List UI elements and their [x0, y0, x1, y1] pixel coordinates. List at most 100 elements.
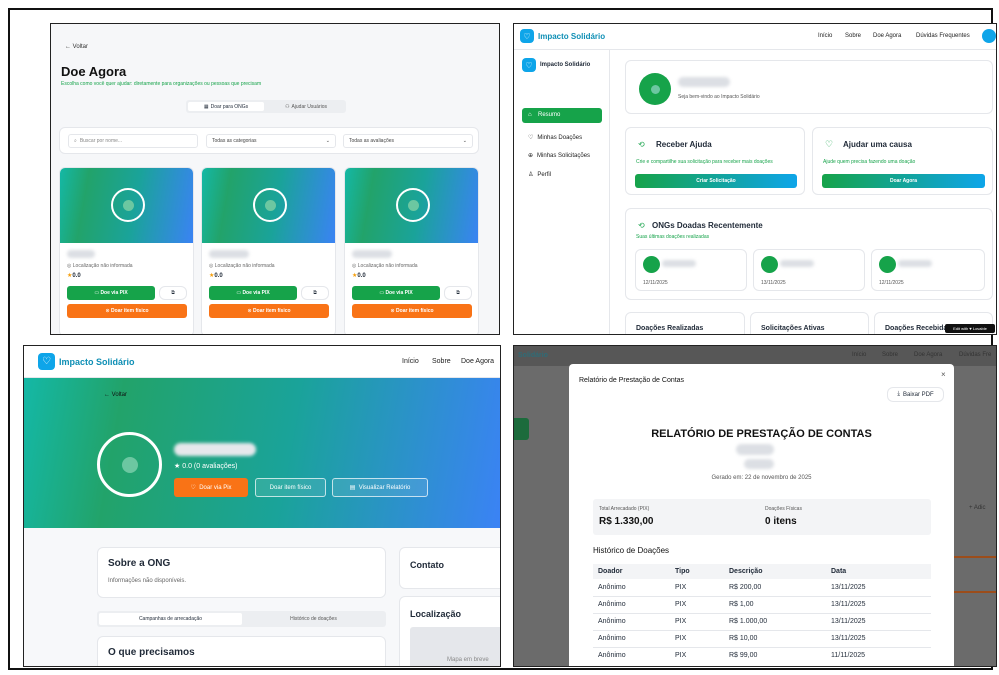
background-stripe: [954, 591, 996, 593]
download-pdf-button[interactable]: ⤓ Baixar PDF: [887, 387, 944, 402]
lovable-badge[interactable]: Edit with ♥ Lovable: [945, 324, 995, 333]
nav-doe-agora[interactable]: Doe Agora: [461, 358, 494, 365]
create-request-button[interactable]: Criar Solicitação: [635, 174, 797, 188]
ngo-name-redacted: [780, 260, 814, 267]
stat-active-requests: Solicitações Ativas: [750, 312, 869, 334]
nav-sobre[interactable]: Sobre: [845, 33, 861, 39]
ngo-card-banner: [60, 168, 193, 243]
nav-duvidas[interactable]: Dúvidas Frequentes: [916, 33, 970, 39]
ngo-name-redacted: [174, 443, 256, 456]
recent-ngo-item[interactable]: 12/11/2025: [871, 249, 985, 291]
modal-title: Relatório de Prestação de Contas: [579, 377, 685, 384]
avatar: [253, 188, 287, 222]
brand-name[interactable]: Impacto Solidário: [538, 32, 605, 41]
share-icon: ⟲: [638, 140, 645, 149]
ngo-location: ◎ Localização não informada: [209, 263, 275, 269]
tab-campaigns[interactable]: Campanhas de arrecadação: [99, 613, 242, 625]
external-link-button[interactable]: ⧉: [444, 286, 472, 300]
page-title: Doe Agora: [61, 64, 127, 79]
recent-ngo-item[interactable]: 12/11/2025: [635, 249, 747, 291]
ngo-name-redacted: [209, 250, 249, 258]
recent-date: 12/11/2025: [643, 280, 668, 286]
donate-item-button[interactable]: ⊙ Doar item físico: [352, 304, 472, 318]
tab-ngos[interactable]: ▦ Doar para ONGs: [188, 102, 264, 111]
external-link-button[interactable]: ⧉: [159, 286, 187, 300]
document-icon: ▤: [349, 485, 356, 491]
heart-logo-icon: ♡: [38, 353, 55, 370]
external-link-icon: ⧉: [456, 290, 460, 296]
ngo-name-redacted: [662, 260, 696, 267]
chevron-down-icon: ⌄: [462, 138, 467, 144]
ngo-rating: ★0.0: [67, 273, 81, 279]
category-select[interactable]: Todas as categorias ⌄: [206, 134, 336, 148]
history-icon: ⟲: [638, 221, 645, 230]
card-icon: ▭: [94, 290, 100, 296]
receive-title: Receber Ajuda: [656, 140, 712, 149]
tab-history[interactable]: Histórico de doações: [243, 613, 384, 625]
nav-doe-agora[interactable]: Doe Agora: [873, 33, 901, 39]
box-icon: ⊙: [390, 308, 395, 314]
nav-sobre[interactable]: Sobre: [432, 358, 451, 365]
avatar: [643, 256, 660, 273]
back-link[interactable]: ← Voltar: [104, 392, 127, 398]
location-card: Localização Mapa em breve: [399, 596, 500, 666]
avatar: [97, 432, 162, 497]
top-navbar: ♡ Impacto Solidário Início Sobre Doe Ago…: [514, 24, 996, 50]
building-icon: ▦: [203, 103, 209, 110]
table-row: Anônimo PIX R$ 1.000,00 13/11/2025: [593, 613, 931, 630]
donation-tabs: ▦ Doar para ONGs ⚇ Ajudar Usuários: [186, 100, 346, 113]
donate-item-button[interactable]: ⊙ Doar item físico: [67, 304, 187, 318]
brand-name[interactable]: Impacto Solidário: [59, 357, 135, 367]
nav-inicio[interactable]: Início: [402, 358, 419, 365]
back-link[interactable]: ← Voltar: [65, 44, 88, 50]
tab-users[interactable]: ⚇ Ajudar Usuários: [268, 102, 344, 111]
star-icon: ★: [174, 463, 181, 470]
sidebar-item-resumo[interactable]: ⌂ Resumo: [522, 108, 602, 123]
report-summary: Total Arrecadado (PIX) R$ 1.330,00 Doaçõ…: [593, 499, 931, 535]
donate-item-button[interactable]: ⊙ Doar item físico: [209, 304, 329, 318]
background-button: [514, 418, 529, 440]
donate-pix-button[interactable]: ▭ Doe via PIX: [67, 286, 155, 300]
donate-item-button[interactable]: Doar item físico: [255, 478, 326, 497]
ngo-rating: ★0.0: [209, 273, 223, 279]
ngo-location: ◎ Localização não informada: [67, 263, 133, 269]
table-row: Anônimo PIX R$ 10,00 13/11/2025: [593, 630, 931, 647]
physical-value: 0 itens: [765, 516, 797, 527]
gift-icon: ⊕: [528, 153, 534, 159]
nav-inicio[interactable]: Início: [818, 33, 832, 39]
card-icon: ▭: [236, 290, 242, 296]
about-card: Sobre a ONG Informações não disponíveis.: [97, 547, 386, 598]
total-value: R$ 1.330,00: [599, 516, 654, 527]
avatar: [396, 188, 430, 222]
user-avatar[interactable]: [982, 29, 996, 43]
view-report-button[interactable]: ▤ Visualizar Relatório: [332, 478, 428, 497]
donate-pix-button[interactable]: ▭ Doe via PIX: [352, 286, 440, 300]
home-icon: ⌂: [528, 112, 532, 118]
donate-now-button[interactable]: Doar Agora: [822, 174, 985, 188]
avatar: [761, 256, 778, 273]
sidebar-item-perfil[interactable]: ♙ Perfil: [528, 171, 551, 179]
card-icon: ▭: [379, 290, 385, 296]
box-icon: ⊙: [247, 308, 252, 314]
ngo-location: ◎ Localização não informada: [352, 263, 418, 269]
rating-select[interactable]: Todas as avaliações ⌄: [343, 134, 473, 148]
close-icon[interactable]: ×: [941, 370, 946, 379]
profile-tabs: Campanhas de arrecadação Histórico de do…: [97, 611, 386, 627]
ngo-name-redacted: [736, 444, 774, 455]
help-desc: Ajude quem precisa fazendo uma doação: [823, 159, 916, 165]
help-cause-card: ♡ Ajudar uma causa Ajude quem precisa fa…: [812, 127, 993, 195]
sidebar-item-doacoes[interactable]: ♡ Minhas Doações: [528, 134, 582, 142]
ngo-rating: ★ 0.0 (0 avaliações): [174, 463, 238, 470]
sidebar-item-solicitacoes[interactable]: ⊕ Minhas Solicitações: [528, 152, 590, 160]
heart-icon: ♡: [528, 135, 534, 141]
history-title: Histórico de Doações: [593, 546, 670, 555]
search-input[interactable]: ⌕ Buscar por nome...: [68, 134, 198, 148]
donate-pix-button[interactable]: ▭ Doe via PIX: [209, 286, 297, 300]
search-icon: ⌕: [74, 138, 77, 144]
recent-ngo-item[interactable]: 13/11/2025: [753, 249, 865, 291]
donate-pix-button[interactable]: ♡ Doar via Pix: [174, 478, 248, 497]
welcome-card: Seja bem-vindo ao Impacto Solidário: [625, 60, 993, 114]
table-header-row: Doador Tipo Descrição Data: [593, 564, 931, 579]
external-link-button[interactable]: ⧉: [301, 286, 329, 300]
users-icon: ⚇: [284, 103, 290, 110]
